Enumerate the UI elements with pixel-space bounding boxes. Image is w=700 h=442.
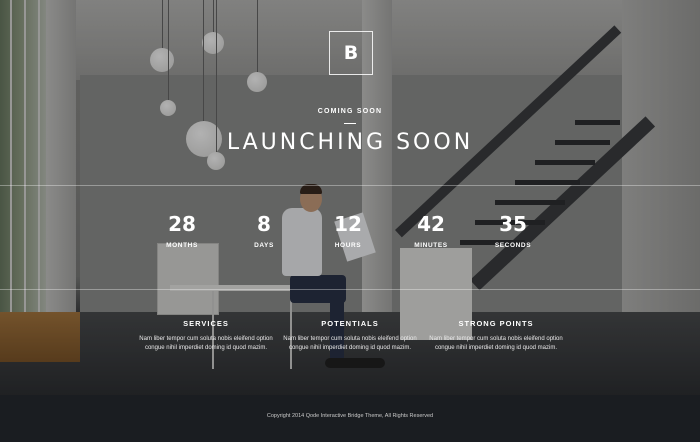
countdown-label: MONTHS: [166, 242, 198, 249]
countdown-value: 42: [417, 212, 445, 236]
feature-title: POTENTIALS: [321, 319, 379, 328]
countdown-label: HOURS: [334, 242, 362, 249]
page-title: LAUNCHING SOON: [226, 130, 474, 155]
eyebrow-text: COMING SOON: [317, 108, 383, 115]
divider: [0, 185, 700, 186]
logo[interactable]: B: [329, 31, 373, 75]
countdown-value: 8: [257, 212, 271, 236]
copyright-text: Copyright 2014 Qode Interactive Bridge T…: [266, 413, 434, 419]
divider: [0, 289, 700, 290]
countdown-minutes: 42 MINUTES: [391, 212, 471, 249]
countdown-value: 12: [334, 212, 362, 236]
feature-text: Nam liber tempor cum soluta nobis eleife…: [139, 336, 273, 351]
countdown-seconds: 35 SECONDS: [473, 212, 553, 249]
feature-services: SERVICES Nam liber tempor cum soluta nob…: [131, 319, 281, 353]
feature-text: Nam liber tempor cum soluta nobis eleife…: [429, 336, 563, 351]
coming-soon-page: B COMING SOON LAUNCHING SOON 28 MONTHS 8…: [0, 0, 700, 442]
countdown-hours: 12 HOURS: [308, 212, 388, 249]
countdown-value: 28: [168, 212, 196, 236]
footer: Copyright 2014 Qode Interactive Bridge T…: [0, 395, 700, 442]
countdown-label: SECONDS: [494, 242, 532, 249]
countdown-months: 28 MONTHS: [142, 212, 222, 249]
feature-title: STRONG POINTS: [458, 319, 534, 328]
countdown-label: MINUTES: [414, 242, 448, 249]
separator: [344, 123, 356, 124]
countdown-days: 8 DAYS: [224, 212, 304, 249]
countdown-value: 35: [499, 212, 527, 236]
feature-potentials: POTENTIALS Nam liber tempor cum soluta n…: [275, 319, 425, 353]
countdown-label: DAYS: [254, 242, 274, 249]
feature-text: Nam liber tempor cum soluta nobis eleife…: [283, 336, 417, 351]
feature-strong-points: STRONG POINTS Nam liber tempor cum solut…: [421, 319, 571, 353]
feature-title: SERVICES: [183, 319, 229, 328]
